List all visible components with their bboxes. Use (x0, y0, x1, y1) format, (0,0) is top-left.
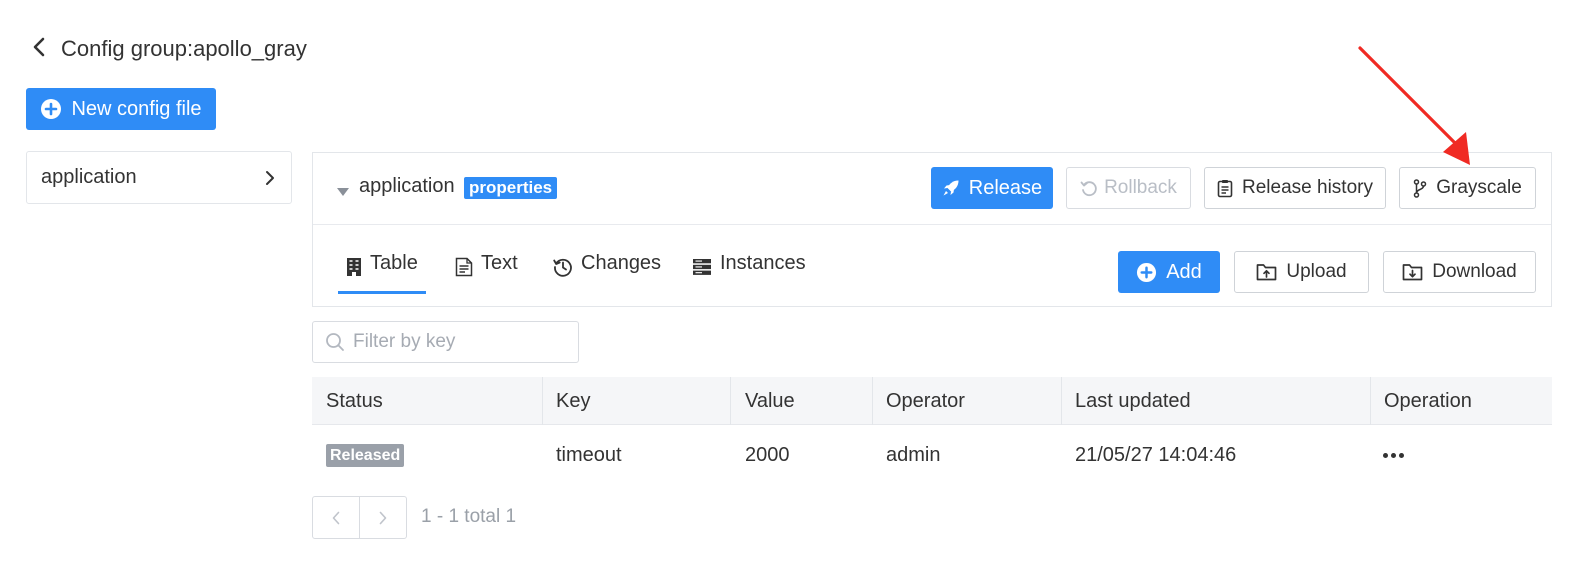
chevron-left-icon (33, 37, 45, 57)
operation-more-button[interactable] (1383, 447, 1409, 463)
new-config-file-button[interactable]: New config file (26, 88, 216, 130)
server-icon (693, 259, 711, 275)
plus-circle-icon (1137, 262, 1157, 282)
cell-operator: admin (886, 444, 941, 466)
pagination-info: 1 - 1 total 1 (421, 506, 517, 527)
column-header-operation: Operation (1384, 390, 1472, 412)
pagination (312, 496, 407, 539)
tab-text[interactable]: Text (455, 250, 518, 294)
namespace-toggle[interactable] (336, 181, 350, 196)
status-badge: Released (326, 444, 405, 467)
column-divider (872, 377, 873, 425)
more-icon (1383, 452, 1404, 458)
caret-down-icon (337, 188, 349, 196)
annotation-arrow-icon (1358, 46, 1470, 165)
rollback-icon (1080, 181, 1097, 197)
chevron-right-icon (379, 511, 387, 524)
add-label: Add (1166, 260, 1202, 283)
column-header-value: Value (745, 390, 795, 412)
column-header-operator: Operator (886, 390, 965, 412)
column-divider (1370, 377, 1371, 425)
filter-box[interactable] (312, 321, 579, 363)
grayscale-label: Grayscale (1436, 177, 1522, 198)
search-icon (326, 333, 344, 351)
tab-changes-label: Changes (581, 252, 662, 274)
tab-text-label: Text (481, 252, 518, 274)
cell-value: 2000 (745, 444, 790, 466)
folder-upload-icon (1257, 264, 1277, 281)
panel-divider (313, 224, 1551, 225)
tab-table-label: Table (370, 252, 418, 274)
chevron-right-icon (266, 170, 274, 185)
back-button[interactable] (32, 34, 50, 60)
document-icon (455, 257, 473, 277)
clipboard-icon (1217, 179, 1233, 197)
branch-icon (1413, 178, 1427, 198)
format-badge: properties (464, 177, 558, 199)
column-divider (1061, 377, 1062, 425)
column-header-last-updated: Last updated (1075, 390, 1191, 412)
upload-button[interactable]: Upload (1234, 251, 1369, 293)
download-button[interactable]: Download (1383, 251, 1536, 293)
add-item-button[interactable]: Add (1118, 251, 1220, 293)
history-clock-icon (553, 258, 572, 277)
tab-table[interactable]: Table (338, 250, 426, 294)
sidebar-item-application[interactable]: application (26, 151, 292, 204)
tab-changes[interactable]: Changes (553, 250, 661, 294)
tab-instances-label: Instances (720, 252, 806, 274)
plus-circle-icon (41, 99, 62, 119)
prev-page-button[interactable] (313, 497, 359, 538)
column-header-status: Status (326, 390, 383, 412)
next-page-button[interactable] (359, 497, 406, 538)
cell-key: timeout (556, 444, 622, 466)
download-label: Download (1432, 261, 1517, 282)
new-config-file-label: New config file (71, 97, 202, 120)
namespace-name: application (359, 175, 455, 197)
release-history-label: Release history (1242, 177, 1373, 198)
sidebar-item-label: application (41, 166, 137, 188)
folder-download-icon (1402, 264, 1423, 281)
page-title: Config group:apollo_gray (61, 36, 307, 61)
table-icon (347, 258, 361, 276)
release-button[interactable]: Release (931, 167, 1053, 209)
filter-input[interactable] (353, 331, 553, 353)
column-divider (542, 377, 543, 425)
chevron-left-icon (332, 511, 340, 524)
tab-instances[interactable]: Instances (692, 250, 806, 294)
rocket-icon (943, 180, 959, 196)
column-header-key: Key (556, 390, 591, 412)
cell-last-updated: 21/05/27 14:04:46 (1075, 444, 1237, 466)
upload-label: Upload (1286, 261, 1347, 282)
rollback-button[interactable]: Rollback (1066, 167, 1191, 209)
rollback-label: Rollback (1104, 177, 1177, 198)
release-label: Release (968, 176, 1043, 199)
column-divider (730, 377, 731, 425)
